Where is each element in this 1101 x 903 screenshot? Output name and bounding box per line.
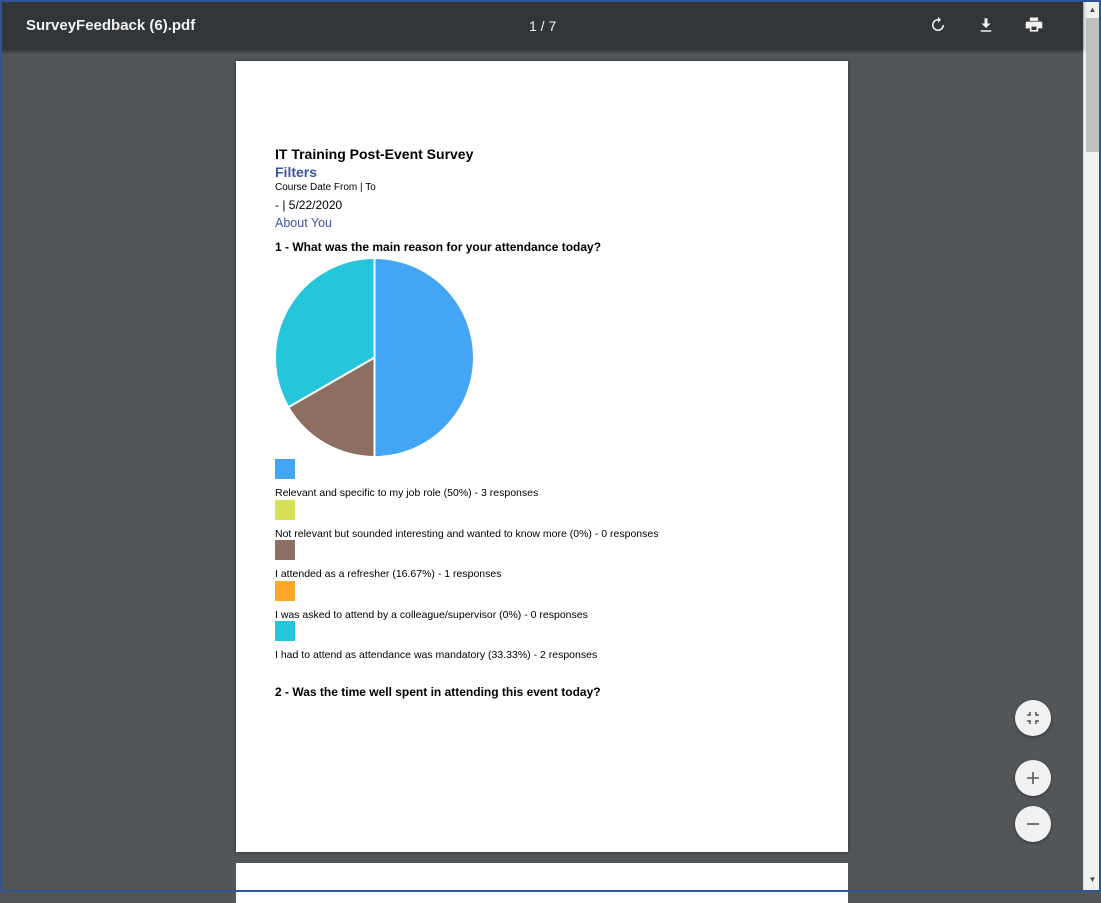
zoom-out-icon xyxy=(1027,823,1039,825)
page-indicator: 1 / 7 xyxy=(529,18,557,34)
download-button[interactable] xyxy=(972,11,1000,39)
legend-swatch xyxy=(275,621,295,641)
legend-swatch xyxy=(275,459,295,479)
survey-title: IT Training Post-Event Survey xyxy=(275,146,474,162)
print-icon xyxy=(1025,17,1043,32)
pdf-page-1: IT Training Post-Event Survey Filters Co… xyxy=(236,61,848,852)
zoom-out-button[interactable] xyxy=(1015,806,1051,842)
question-2: 2 - Was the time well spent in attending… xyxy=(275,685,601,699)
zoom-in-icon xyxy=(1027,772,1039,784)
download-icon xyxy=(980,18,992,32)
question-1: 1 - What was the main reason for your at… xyxy=(275,240,602,254)
legend-label: Not relevant but sounded interesting and… xyxy=(275,527,659,540)
rotate-button[interactable] xyxy=(924,11,952,39)
pdf-page-2 xyxy=(236,863,848,903)
pdf-toolbar: SurveyFeedback (6).pdf 1 / 7 xyxy=(0,0,1083,50)
pie-chart xyxy=(274,257,475,458)
legend-label: I attended as a refresher (16.67%) - 1 r… xyxy=(275,568,502,580)
rotate-icon xyxy=(932,16,944,31)
scroll-up-arrow-icon[interactable]: ▲ xyxy=(1084,2,1101,18)
pie-slice xyxy=(373,257,475,458)
document-title: SurveyFeedback (6).pdf xyxy=(26,17,196,34)
legend-swatch xyxy=(275,540,295,560)
section-heading: About You xyxy=(275,216,333,230)
course-date-value: - | 5/22/2020 xyxy=(275,198,343,212)
scrollbar[interactable]: ▲ ▼ xyxy=(1083,0,1101,892)
course-date-label: Course Date From | To xyxy=(275,182,376,193)
zoom-in-button[interactable] xyxy=(1015,760,1051,796)
fit-page-icon xyxy=(1027,712,1039,724)
filters-heading: Filters xyxy=(275,164,318,180)
legend-label: I had to attend as attendance was mandat… xyxy=(275,649,598,661)
legend-label: I was asked to attend by a colleague/sup… xyxy=(275,608,588,621)
print-button[interactable] xyxy=(1020,11,1048,39)
scroll-down-arrow-icon[interactable]: ▼ xyxy=(1084,872,1101,888)
legend-swatch xyxy=(275,580,295,601)
fit-to-page-button[interactable] xyxy=(1015,700,1051,736)
pdf-viewer[interactable]: IT Training Post-Event Survey Filters Co… xyxy=(0,50,1083,903)
legend-swatch xyxy=(275,499,295,520)
legend-label: Relevant and specific to my job role (50… xyxy=(275,487,539,499)
scroll-thumb[interactable] xyxy=(1086,18,1099,152)
